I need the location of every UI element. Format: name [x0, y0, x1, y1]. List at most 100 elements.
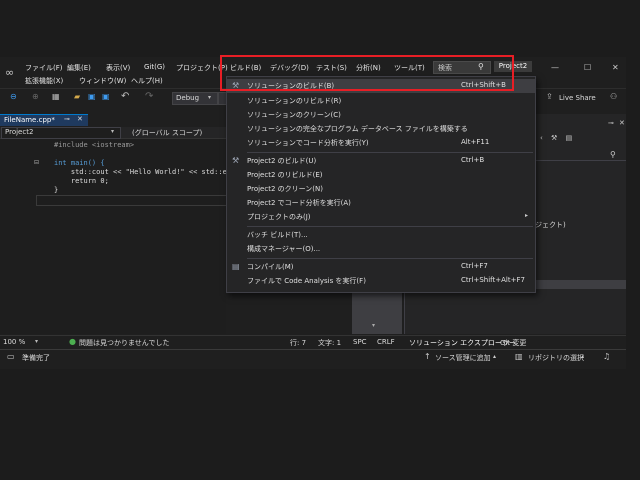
menu-item-rebuild-project[interactable]: Project2 のリビルド(E): [227, 168, 535, 182]
pin-icon[interactable]: ⊸: [608, 119, 614, 127]
menu-item-label: Project2 のクリーン(N): [247, 185, 323, 193]
menu-item-build-project[interactable]: ⚒ Project2 のビルド(U) Ctrl+B: [227, 154, 535, 168]
menu-item-shortcut: Ctrl+Shift+Alt+F7: [461, 276, 525, 284]
menu-item-config-manager[interactable]: 構成マネージャー(O)...: [227, 242, 535, 256]
menu-item-rebuild-solution[interactable]: ソリューションのリビルド(R): [227, 94, 535, 108]
selected-row[interactable]: [535, 280, 626, 289]
menu-item-label: ソリューションのクリーン(C): [247, 111, 341, 119]
menu-item-compile[interactable]: ▤ コンパイル(M) Ctrl+F7: [227, 260, 535, 274]
solution-item[interactable]: ジェクト): [535, 220, 566, 230]
live-share-label[interactable]: Live Share: [559, 94, 596, 102]
status-ready: 準備完了: [22, 354, 50, 362]
select-repository[interactable]: リポジトリの選択: [528, 353, 584, 363]
menu-item-label: ソリューションの完全なプログラム データベース ファイルを構築する: [247, 125, 468, 133]
config-dropdown[interactable]: Debug ▾: [172, 92, 218, 105]
tab-filename-cpp[interactable]: FileName.cpp* ⊸ ✕: [0, 114, 88, 126]
back-icon[interactable]: ⊖: [10, 92, 17, 101]
chevron-up-icon: ▴: [581, 353, 585, 360]
compile-icon: ▤: [232, 262, 240, 271]
output-icon: ▭: [7, 352, 15, 361]
project-combo[interactable]: Project2 ▾: [1, 127, 121, 139]
menu-separator: [247, 226, 533, 227]
menu-item-analyze-solution[interactable]: ソリューションでコード分析を実行(Y) Alt+F11: [227, 136, 535, 150]
redo-icon[interactable]: ↷: [145, 91, 153, 102]
menu-item-label: ファイルで Code Analysis を実行(F): [247, 277, 366, 285]
account-icon[interactable]: ⚇: [610, 92, 617, 101]
chevron-up-icon: ▴: [493, 353, 497, 360]
submenu-arrow-icon: ▸: [525, 212, 529, 219]
tab-git-changes[interactable]: Git 変更: [500, 338, 526, 348]
menu-git[interactable]: Git(G): [144, 63, 165, 71]
properties-icon[interactable]: ▤: [566, 134, 573, 142]
close-button[interactable]: ✕: [612, 63, 619, 72]
panel-tabs: ソリューション エクスプローラー Git 変更: [404, 335, 626, 348]
menu-item-label: ソリューションのリビルド(R): [247, 97, 342, 105]
wrench-icon[interactable]: ⚒: [551, 134, 557, 142]
menu-item-clean-project[interactable]: Project2 のクリーン(N): [227, 182, 535, 196]
menu-item-shortcut: Ctrl+F7: [461, 262, 488, 270]
code-line-3: int main() {: [54, 159, 105, 167]
menu-view[interactable]: 表示(V): [106, 63, 130, 73]
menu-separator: [247, 152, 533, 153]
maximize-button[interactable]: ☐: [584, 63, 591, 72]
tab-label: FileName.cpp*: [4, 116, 55, 124]
menu-item-label: バッチ ビルド(T)...: [247, 231, 308, 239]
scope-combo[interactable]: (グローバル スコープ): [132, 128, 202, 138]
close-tab-icon[interactable]: ✕: [77, 115, 83, 123]
check-circle-icon: ●: [69, 337, 76, 346]
menu-extensions[interactable]: 拡張機能(X): [25, 76, 63, 86]
back-nav-icon[interactable]: ‹: [540, 134, 543, 142]
zoom-level[interactable]: 100 %: [3, 338, 25, 346]
repository-icon: ▥: [515, 352, 523, 361]
chevron-down-icon: ▾: [35, 338, 39, 345]
pin-icon[interactable]: ⊸: [64, 115, 70, 123]
project-build-icon: ⚒: [232, 156, 240, 165]
crlf-indicator[interactable]: CRLF: [377, 338, 395, 346]
char-indicator[interactable]: 文字: 1: [318, 338, 341, 348]
close-panel-icon[interactable]: ✕: [619, 119, 625, 127]
menu-item-shortcut: Ctrl+B: [461, 156, 485, 164]
menu-item-project-only[interactable]: プロジェクトのみ(J) ▸: [227, 210, 535, 224]
menu-item-build-pdb[interactable]: ソリューションの完全なプログラム データベース ファイルを構築する: [227, 122, 535, 136]
config-value: Debug: [176, 94, 200, 102]
menu-item-clean-solution[interactable]: ソリューションのクリーン(C): [227, 108, 535, 122]
chevron-down-icon: ▾: [111, 128, 115, 135]
add-source-control[interactable]: ソース管理に追加: [435, 353, 491, 363]
highlight-annotation: [220, 55, 514, 91]
menu-item-label: 構成マネージャー(O)...: [247, 245, 321, 253]
minimize-button[interactable]: —: [551, 63, 559, 72]
menu-item-label: Project2 のビルド(U): [247, 157, 317, 165]
menu-item-analyze-project[interactable]: Project2 でコード分析を実行(A): [227, 196, 535, 210]
open-folder-icon[interactable]: ▰: [74, 92, 80, 101]
save-all-icon[interactable]: ▣: [102, 92, 110, 101]
code-line-1: #include <iostream>: [54, 141, 135, 149]
notification-bell-icon[interactable]: ♫: [603, 352, 610, 361]
collapse-icon[interactable]: ⊟: [34, 159, 39, 166]
editor-statusbar: 100 % ▾ ● 問題は見つかりませんでした 行: 7 文字: 1 SPC C…: [0, 335, 404, 348]
issues-label[interactable]: 問題は見つかりませんでした: [79, 338, 169, 348]
current-line: [36, 195, 228, 206]
menu-help[interactable]: ヘルプ(H): [131, 76, 163, 86]
chevron-down-icon: ▾: [208, 94, 212, 101]
build-dropdown-menu: ⚒ ソリューションのビルド(B) Ctrl+Shift+B ソリューションのリビ…: [226, 76, 536, 293]
menu-item-label: プロジェクトのみ(J): [247, 213, 311, 221]
undo-icon[interactable]: ↶: [121, 91, 129, 102]
menu-window[interactable]: ウィンドウ(W): [79, 76, 126, 86]
menu-item-batch-build[interactable]: バッチ ビルド(T)...: [227, 228, 535, 242]
code-line-5: return 0;: [54, 177, 109, 185]
navigation-bar: Project2 ▾ (グローバル スコープ): [0, 127, 226, 139]
menu-file[interactable]: ファイル(F): [25, 63, 63, 73]
scroll-down-icon[interactable]: ▾: [372, 322, 375, 329]
save-icon[interactable]: ▣: [88, 92, 96, 101]
menu-item-run-code-analysis[interactable]: ファイルで Code Analysis を実行(F) Ctrl+Shift+Al…: [227, 274, 535, 288]
spc-indicator[interactable]: SPC: [353, 338, 367, 346]
line-indicator[interactable]: 行: 7: [290, 338, 306, 348]
new-project-icon[interactable]: ▦: [52, 92, 60, 101]
divider: [535, 160, 626, 161]
code-line-4: std::cout << "Hello World!" << std::endl…: [54, 168, 244, 176]
live-share-icon[interactable]: ⇪: [546, 92, 553, 101]
code-editor[interactable]: #include <iostream> int main() { std::co…: [0, 139, 244, 334]
forward-icon[interactable]: ⊕: [32, 92, 39, 101]
search-icon[interactable]: ⚲: [610, 150, 616, 159]
menu-edit[interactable]: 編集(E): [67, 63, 91, 73]
